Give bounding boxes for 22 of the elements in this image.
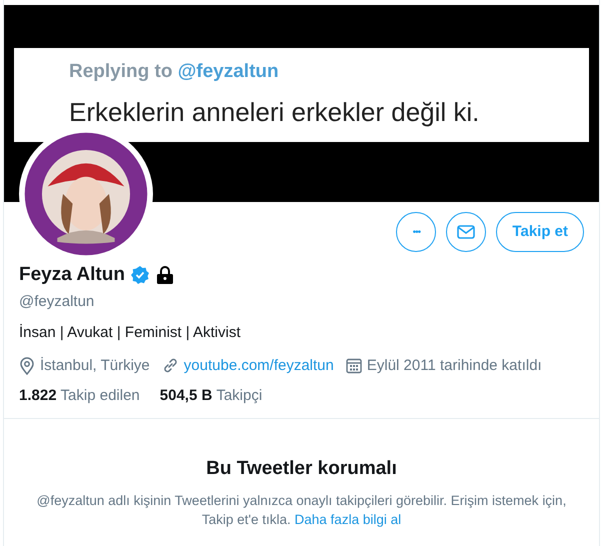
profile-location: İstanbul, Türkiye (40, 356, 150, 376)
stat-count: 504,5 B (160, 386, 212, 406)
stat-label[interactable]: Takipçi (216, 385, 262, 408)
profile-handle: @feyzaltun (19, 292, 96, 312)
message-button[interactable] (446, 212, 486, 252)
stat-label[interactable]: Takip edilen (60, 385, 140, 408)
mail-icon (457, 225, 476, 239)
profile-join-date: Eylül 2011 tarihinde katıldı (366, 356, 542, 376)
protected-message: @feyzaltun adlı kişinin Tweetlerini yalnızca onaylı takipçileri görebilir. Erişim istemek için, Takip et'e tıkla. Daha fazla bilgi al (36, 492, 568, 529)
link-icon (162, 357, 179, 374)
location-pin-icon (19, 356, 35, 375)
profile-bio: İnsan | Avukat | Feminist | Aktivist (19, 323, 242, 343)
profile-link[interactable]: youtube.com/feyzaltun (184, 354, 334, 377)
stat-count: 1.822 (19, 386, 57, 406)
profile-name: Feyza Altun (19, 263, 125, 287)
protected-title: Bu Tweetler korumalı (206, 456, 397, 480)
follow-button[interactable]: Takip et (496, 212, 584, 252)
calendar-icon (346, 358, 362, 374)
tweet-text: Erkeklerin anneleri erkekler değil ki. (69, 96, 480, 128)
reply-line: Replying to @feyzaltun (69, 60, 280, 84)
more-button[interactable]: ••• (396, 212, 436, 252)
learn-more-link[interactable]: Daha fazla bilgi al (294, 512, 402, 527)
